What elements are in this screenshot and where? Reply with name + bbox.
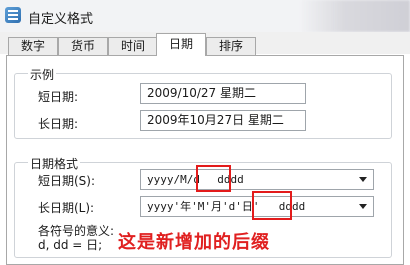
title-bar: 自定义格式: [0, 0, 410, 32]
date-format-legend: 日期格式: [28, 155, 81, 172]
annotation-text: 这是新增加的后缀: [118, 232, 270, 253]
short-suffix-highlight: [196, 165, 231, 192]
example-legend: 示例: [28, 66, 57, 83]
example-long-value: 2009年10月27日 星期二: [140, 110, 306, 131]
example-short-value: 2009/10/27 星期二: [140, 83, 306, 104]
long-suffix-highlight: [252, 191, 292, 220]
chevron-down-icon[interactable]: [359, 204, 367, 209]
tab-number[interactable]: 数字: [8, 37, 58, 55]
tab-currency[interactable]: 货币: [58, 37, 108, 55]
short-date-label: 短日期(S):: [38, 174, 96, 188]
example-short-label: 短日期:: [38, 90, 79, 104]
long-date-label: 长日期(L):: [38, 201, 95, 215]
blurred-area: [300, 0, 410, 32]
example-long-label: 长日期:: [38, 117, 79, 131]
symbols-meaning-row: d, dd = 日;: [38, 238, 103, 252]
long-date-format-text: yyyy'年'M'月'd'日': [147, 200, 260, 213]
short-date-format-text: yyyy/M/d: [147, 173, 200, 186]
short-date-combo[interactable]: yyyy/M/d dddd: [140, 169, 374, 190]
tab-time[interactable]: 时间: [108, 37, 158, 55]
tab-sort[interactable]: 排序: [206, 37, 256, 55]
window-title: 自定义格式: [28, 12, 94, 27]
chevron-down-icon[interactable]: [359, 177, 367, 182]
settings-app-icon: [5, 7, 21, 23]
tab-date[interactable]: 日期: [156, 33, 206, 56]
